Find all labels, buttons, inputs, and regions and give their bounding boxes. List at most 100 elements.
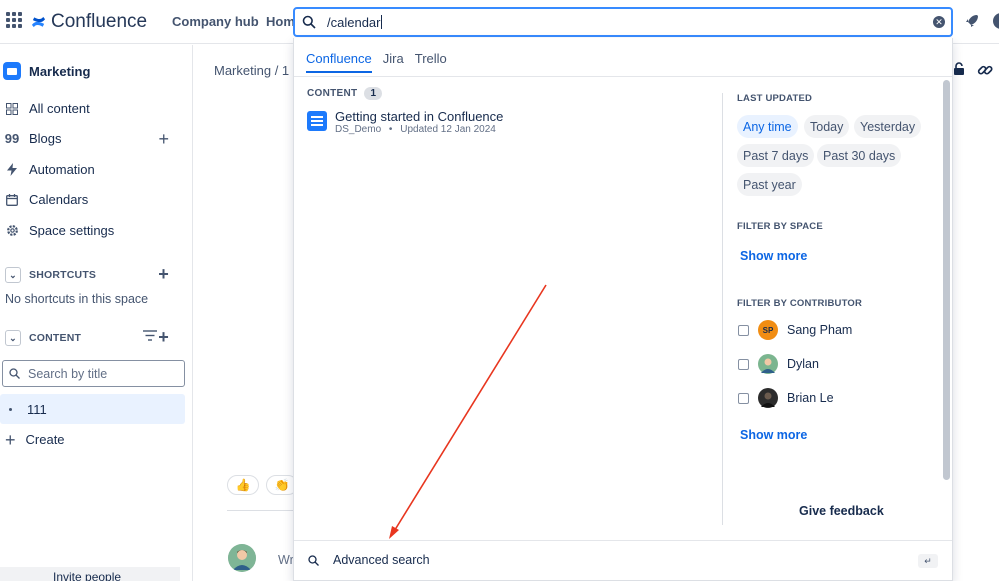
checkbox[interactable] [738, 358, 749, 370]
sidebar-item-space-settings[interactable]: Space settings [5, 223, 185, 238]
sidebar-item-label: Blogs [29, 131, 62, 146]
sidebar-item-label: Space settings [29, 223, 115, 238]
sidebar-item-automation[interactable]: Automation [5, 162, 185, 177]
product-tabs: Confluence Jira Trello [306, 51, 447, 73]
give-feedback-button[interactable]: Give feedback [799, 504, 884, 518]
contributor-option[interactable]: Brian Le [738, 388, 834, 408]
confluence-logo[interactable]: Confluence [31, 11, 147, 33]
comment-input[interactable]: Wr [278, 553, 294, 567]
filter-past-year[interactable]: Past year [737, 173, 802, 196]
nav-home[interactable]: Hom [266, 14, 295, 29]
space-folder-icon [3, 62, 21, 80]
results-section-label: CONTENT [307, 88, 358, 99]
search-query: /calendar [327, 14, 381, 30]
nav-company-hub[interactable]: Company hub [172, 14, 259, 29]
checkbox[interactable] [738, 392, 749, 404]
search-results-panel: Confluence Jira Trello CONTENT 1 Getting… [293, 38, 953, 581]
filter-past-30-days[interactable]: Past 30 days [817, 144, 902, 167]
search-icon [9, 368, 20, 379]
no-shortcuts-text: No shortcuts in this space [5, 292, 149, 306]
tab-jira[interactable]: Jira [383, 51, 404, 73]
grid-icon [5, 102, 19, 116]
show-more-contributors-link[interactable]: Show more [740, 428, 807, 442]
filter-icon[interactable] [143, 330, 157, 344]
result-space: DS_Demo [335, 124, 382, 135]
contributor-option[interactable]: SP Sang Pham [738, 320, 852, 340]
lightning-icon [5, 163, 19, 177]
results-count-badge: 1 [364, 87, 383, 100]
thumbs-up-reaction[interactable]: 👍 [227, 475, 259, 495]
invite-people-button[interactable]: Invite people [0, 567, 180, 581]
tabs-divider [294, 76, 952, 77]
sidebar-item-calendars[interactable]: Calendars [5, 192, 185, 207]
lock-icon[interactable] [952, 62, 966, 80]
chevron-down-icon[interactable]: ⌄ [5, 267, 21, 283]
sidebar-item-label: All content [29, 101, 90, 116]
page-tree-item-label: 111 [27, 401, 47, 417]
link-icon[interactable] [977, 62, 993, 82]
sidebar: Marketing All content 99 Blogs + Automat… [0, 45, 193, 581]
space-header[interactable]: Marketing [3, 62, 90, 80]
calendar-icon [5, 193, 19, 207]
quote-icon: 99 [4, 131, 20, 146]
confluence-logo-icon [31, 16, 46, 28]
contributor-name: Sang Pham [787, 323, 853, 337]
checkbox[interactable] [738, 324, 749, 336]
contributor-option[interactable]: Dylan [738, 354, 819, 374]
reactions-bar: 👍 👏 [227, 475, 298, 495]
panel-footer-divider [294, 540, 952, 541]
breadcrumb[interactable]: Marketing / 1 [214, 63, 289, 78]
result-updated: Updated 12 Jan 2024 [400, 124, 496, 135]
space-name: Marketing [29, 63, 91, 79]
tab-trello[interactable]: Trello [415, 51, 447, 73]
chevron-down-icon[interactable]: ⌄ [5, 330, 21, 346]
add-content-icon[interactable]: + [158, 328, 169, 346]
tab-confluence[interactable]: Confluence [306, 51, 372, 73]
shortcuts-section-header[interactable]: ⌄ SHORTCUTS + [5, 265, 185, 283]
filter-today[interactable]: Today [804, 115, 850, 138]
scrollbar[interactable] [943, 80, 950, 480]
contributor-name: Brian Le [787, 391, 834, 405]
filter-yesterday[interactable]: Yesterday [854, 115, 922, 138]
avatar [228, 544, 256, 572]
search-result-meta: DS_Demo • Updated 12 Jan 2024 [335, 124, 503, 136]
search-icon [308, 554, 319, 566]
create-label: Create [25, 432, 65, 447]
sidebar-item-blogs[interactable]: 99 Blogs + [4, 130, 185, 148]
advanced-search-label: Advanced search [333, 553, 430, 567]
search-result-item[interactable]: Getting started in Confluence DS_Demo • … [307, 110, 503, 136]
last-updated-label: LAST UPDATED [737, 93, 813, 104]
search-result-title: Getting started in Confluence [335, 109, 504, 124]
rocket-icon[interactable] [963, 12, 981, 30]
shortcuts-label: SHORTCUTS [29, 269, 97, 281]
show-more-spaces-link[interactable]: Show more [740, 249, 807, 263]
avatar: SP [758, 320, 778, 340]
enter-key-icon: ↵ [918, 554, 938, 568]
page-icon [307, 111, 327, 131]
search-by-title-input[interactable]: Search by title [2, 360, 185, 387]
filter-by-space-label: FILTER BY SPACE [737, 221, 823, 232]
search-icon [302, 15, 316, 29]
global-search-input[interactable]: /calendar ✕ [293, 7, 953, 37]
results-section-header: CONTENT 1 [307, 87, 383, 100]
page-tree-item[interactable]: 111 [0, 394, 185, 424]
sidebar-item-all-content[interactable]: All content [5, 101, 185, 116]
create-button[interactable]: + Create [5, 431, 65, 449]
filter-any-time[interactable]: Any time [737, 115, 798, 138]
advanced-search-link[interactable]: Advanced search [308, 553, 430, 567]
avatar [758, 388, 778, 408]
meta-separator: • [388, 124, 393, 135]
clear-search-icon[interactable]: ✕ [933, 16, 945, 28]
search-by-title-placeholder: Search by title [28, 366, 108, 381]
help-icon[interactable] [993, 13, 999, 29]
text-caret [381, 15, 383, 29]
panel-divider [722, 93, 723, 525]
bullet-icon [9, 407, 12, 411]
content-section-header[interactable]: ⌄ CONTENT + [5, 328, 185, 346]
sidebar-item-label: Automation [29, 162, 95, 177]
filter-by-contributor-label: FILTER BY CONTRIBUTOR [737, 298, 863, 309]
filter-past-7-days[interactable]: Past 7 days [737, 144, 815, 167]
app-switcher-icon[interactable] [6, 12, 22, 28]
add-blog-icon[interactable]: + [158, 130, 169, 148]
add-shortcut-icon[interactable]: + [158, 265, 169, 283]
